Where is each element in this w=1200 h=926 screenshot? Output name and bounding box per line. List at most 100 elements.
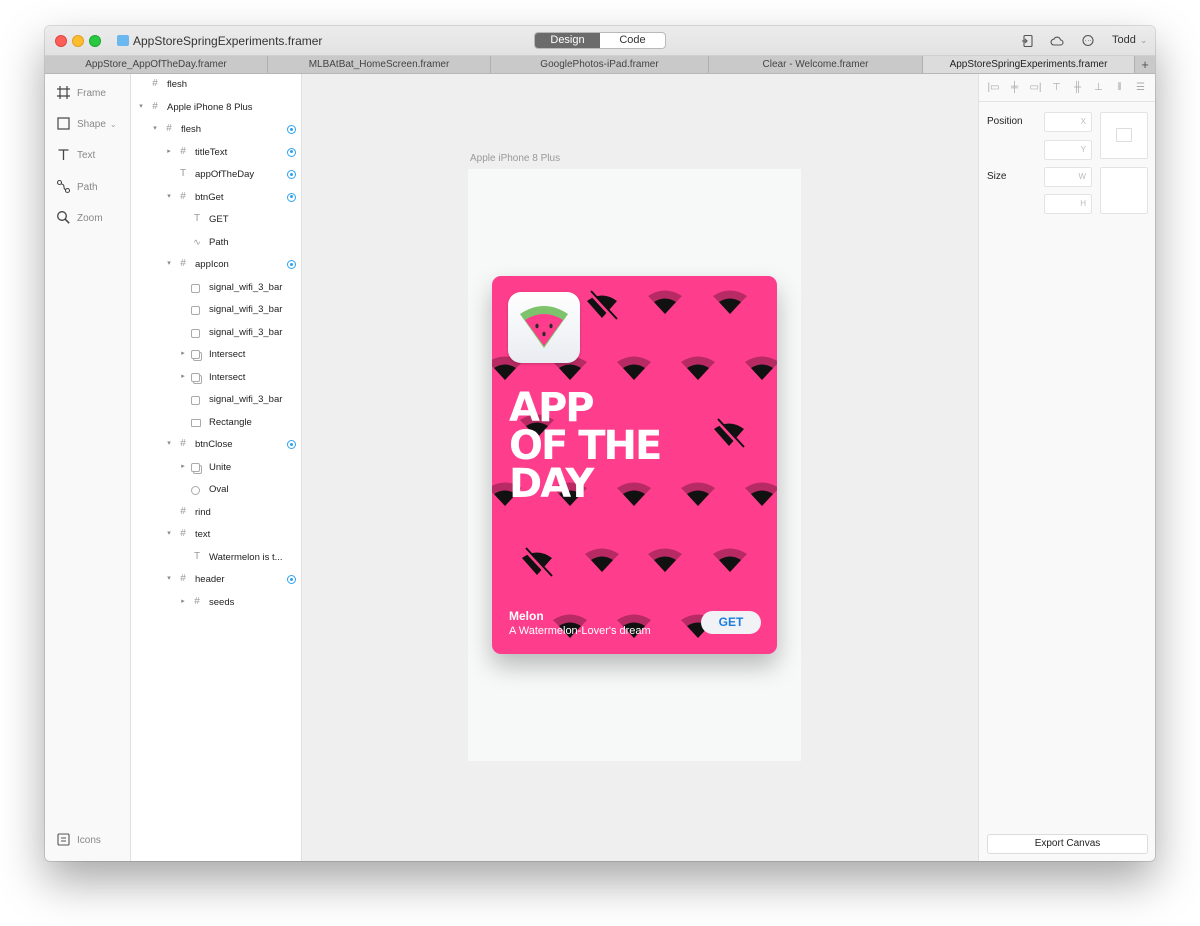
layer-row[interactable]: ▾ # btnClose — [131, 434, 302, 456]
distribute-v-icon[interactable]: ☰ — [1134, 82, 1147, 94]
get-button[interactable]: GET — [701, 611, 761, 634]
disclosure-expanded-icon[interactable]: ▾ — [151, 124, 159, 132]
code-mode-button[interactable]: Code — [600, 33, 665, 48]
layer-row[interactable]: # flesh — [131, 74, 302, 96]
layer-row[interactable]: ▾ # header — [131, 569, 302, 591]
target-icon[interactable] — [287, 170, 296, 179]
tab-googlephotos-ipad[interactable]: GooglePhotos-iPad.framer — [491, 56, 709, 73]
target-icon[interactable] — [287, 260, 296, 269]
layer-row[interactable]: T GET — [131, 209, 302, 231]
distribute-h-icon[interactable]: ⫴ — [1113, 82, 1126, 94]
layer-row[interactable]: signal_wifi_3_bar — [131, 299, 302, 321]
disclosure-expanded-icon[interactable]: ▾ — [165, 259, 173, 267]
position-preview — [1100, 112, 1148, 159]
boolean-layer-icon — [191, 350, 200, 359]
layer-row[interactable]: ▾ # flesh — [131, 119, 302, 141]
disclosure-expanded-icon[interactable]: ▾ — [165, 574, 173, 582]
canvas[interactable]: Apple iPhone 8 Plus APP OF THE DAY Melon… — [302, 74, 978, 861]
disclosure-collapsed-icon[interactable]: ▸ — [179, 372, 187, 380]
layer-row[interactable]: T Watermelon is t... — [131, 547, 302, 569]
layer-row[interactable]: ▸ Intersect — [131, 344, 302, 366]
layer-name: Oval — [209, 484, 229, 495]
disclosure-expanded-icon[interactable]: ▾ — [165, 192, 173, 200]
svg-layer-icon — [191, 306, 200, 315]
disclosure-expanded-icon[interactable]: ▾ — [165, 529, 173, 537]
zoom-tool[interactable]: Zoom — [45, 209, 131, 229]
path-tool[interactable]: Path — [45, 178, 131, 198]
boolean-layer-icon — [191, 372, 200, 382]
export-canvas-button[interactable]: Export Canvas — [987, 834, 1148, 854]
layer-row[interactable]: TappOfTheDay — [131, 164, 302, 186]
align-center-h-icon[interactable]: ╪ — [1008, 82, 1021, 94]
position-label: Position — [987, 116, 1023, 127]
align-right-icon[interactable]: ▭| — [1029, 82, 1042, 94]
size-preview — [1100, 167, 1148, 214]
minimize-window-button[interactable] — [72, 35, 84, 47]
comment-icon[interactable] — [1081, 34, 1095, 48]
target-icon[interactable] — [287, 125, 296, 134]
layer-name: signal_wifi_3_bar — [209, 394, 283, 405]
layers-panel: # flesh ▾ # Apple iPhone 8 Plus ▾ # flesh ▸ # titl… — [131, 74, 302, 861]
layer-row[interactable]: # rind — [131, 502, 302, 524]
layer-row[interactable]: ▸ # titleText — [131, 142, 302, 164]
shape-tool[interactable]: Shape ⌄ — [45, 115, 131, 135]
window-title: AppStoreSpringExperiments.framer — [133, 34, 323, 48]
h-field-label: H — [1080, 199, 1086, 208]
position-y-field[interactable]: Y — [1044, 140, 1092, 160]
tab-appstore-appoftheday[interactable]: AppStore_AppOfTheDay.framer — [45, 56, 268, 73]
layer-row[interactable]: signal_wifi_3_bar — [131, 322, 302, 344]
layer-row[interactable]: ▾ # text — [131, 524, 302, 546]
target-icon[interactable] — [287, 440, 296, 449]
tab-mlbatbat-homescreen[interactable]: MLBAtBat_HomeScreen.framer — [268, 56, 491, 73]
alignment-toolbar: |▭ ╪ ▭| ⊤ ╫ ⊥ ⫴ ☰ — [979, 74, 1155, 102]
size-h-field[interactable]: H — [1044, 194, 1092, 214]
disclosure-collapsed-icon[interactable]: ▸ — [179, 349, 187, 357]
disclosure-expanded-icon[interactable]: ▾ — [137, 102, 145, 110]
preview-icon[interactable] — [1021, 34, 1035, 48]
align-center-v-icon[interactable]: ╫ — [1071, 82, 1084, 94]
layer-row[interactable]: ▸ Intersect — [131, 367, 302, 389]
cloud-icon[interactable] — [1050, 34, 1064, 48]
align-bottom-icon[interactable]: ⊥ — [1092, 82, 1105, 94]
align-top-icon[interactable]: ⊤ — [1050, 82, 1063, 94]
size-w-field[interactable]: W — [1044, 167, 1092, 187]
design-mode-button[interactable]: Design — [535, 33, 600, 48]
layer-row[interactable]: ▸ # seeds — [131, 592, 302, 614]
layer-row[interactable]: signal_wifi_3_bar — [131, 277, 302, 299]
layer-row[interactable]: ▸ Unite — [131, 457, 302, 479]
disclosure-expanded-icon[interactable]: ▾ — [165, 439, 173, 447]
device-label[interactable]: Apple iPhone 8 Plus — [470, 153, 560, 164]
target-icon[interactable] — [287, 575, 296, 584]
new-tab-button[interactable]: + — [1135, 56, 1155, 73]
app-of-the-day-card[interactable]: APP OF THE DAY Melon A Watermelon-Lover'… — [492, 276, 777, 654]
layer-row[interactable]: Oval — [131, 479, 302, 501]
disclosure-collapsed-icon[interactable]: ▸ — [165, 147, 173, 155]
layer-row[interactable]: ▾ # appIcon — [131, 254, 302, 276]
align-left-icon[interactable]: |▭ — [987, 82, 1000, 94]
layer-row[interactable]: signal_wifi_3_bar — [131, 389, 302, 411]
target-icon[interactable] — [287, 147, 296, 157]
frame-tool[interactable]: Frame — [45, 84, 131, 104]
layer-name: header — [195, 574, 225, 585]
layer-row[interactable]: Rectangle — [131, 412, 302, 434]
disclosure-collapsed-icon[interactable]: ▸ — [179, 462, 187, 470]
user-menu[interactable]: Todd ⌄ — [1112, 34, 1147, 46]
icons-tool[interactable]: Icons — [45, 831, 131, 851]
app-of-the-day-title: APP OF THE DAY — [509, 388, 709, 504]
tab-appstorespringexperiments[interactable]: AppStoreSpringExperiments.framer — [923, 56, 1135, 73]
tab-clear-welcome[interactable]: Clear - Welcome.framer — [709, 56, 923, 73]
layer-row[interactable]: ▾ # btnGet — [131, 187, 302, 209]
boolean-layer-icon — [191, 462, 200, 472]
app-subtitle: A Watermelon-Lover's dream — [509, 625, 651, 637]
disclosure-collapsed-icon[interactable]: ▸ — [179, 597, 187, 605]
layer-row[interactable]: ▾ # Apple iPhone 8 Plus — [131, 97, 302, 119]
device-frame[interactable]: APP OF THE DAY Melon A Watermelon-Lover'… — [468, 169, 801, 761]
layer-row[interactable]: ∿ Path — [131, 232, 302, 254]
text-tool[interactable]: Text — [45, 146, 131, 166]
target-icon[interactable] — [287, 192, 296, 202]
zoom-window-button[interactable] — [89, 35, 101, 47]
close-window-button[interactable] — [55, 35, 67, 47]
app-icon[interactable] — [508, 292, 580, 363]
layer-name: GET — [209, 214, 229, 225]
position-x-field[interactable]: X — [1044, 112, 1092, 132]
